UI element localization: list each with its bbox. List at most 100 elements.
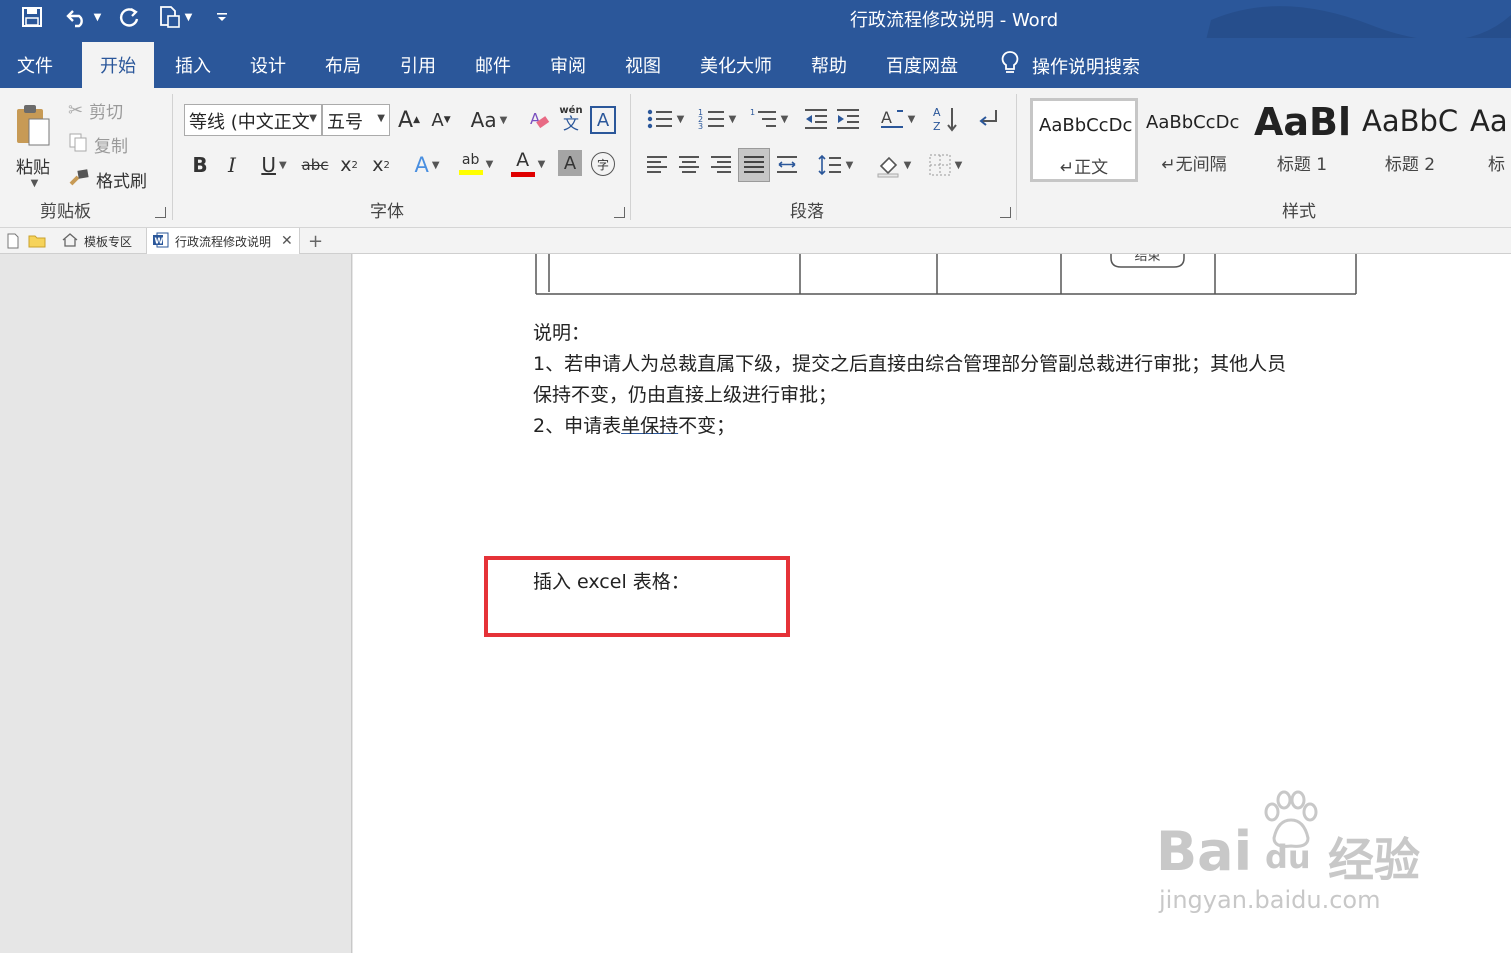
font-size-select[interactable]: 五号 ▼ <box>322 104 390 136</box>
change-case-button[interactable]: Aa ▼ <box>468 106 510 134</box>
clear-formatting-icon[interactable]: A <box>526 106 552 134</box>
home-icon <box>62 232 78 250</box>
sort-icon[interactable]: AZ <box>932 104 960 134</box>
font-group-label: 字体 <box>370 202 404 222</box>
phonetic-guide-button[interactable]: wén 文 <box>558 102 584 136</box>
increase-indent-icon[interactable] <box>834 104 862 134</box>
document-tabs: 模板专区 W 行政流程修改说明 ✕ + <box>0 228 1511 254</box>
italic-button[interactable]: I <box>220 150 244 180</box>
font-launcher-icon[interactable] <box>614 207 625 218</box>
font-color-button[interactable]: A ▼ <box>504 148 552 180</box>
tab-references[interactable]: 引用 <box>400 52 436 78</box>
tab-home[interactable]: 开始 <box>82 42 154 88</box>
tell-me-search[interactable]: 操作说明搜索 <box>1000 50 1140 81</box>
numbering-button[interactable]: 1 2 3 ▼ <box>694 104 740 134</box>
tab-mailings[interactable]: 邮件 <box>475 52 511 78</box>
highlight-button[interactable]: ab ▼ <box>452 148 500 180</box>
borders-button[interactable]: ▼ <box>922 150 968 180</box>
tab-review[interactable]: 审阅 <box>550 52 586 78</box>
svg-text:3: 3 <box>698 122 703 131</box>
scissors-icon: ✂ <box>68 99 84 121</box>
tab-design[interactable]: 设计 <box>250 52 286 78</box>
grow-font-button[interactable]: A ▲ <box>396 106 422 134</box>
add-tab-button[interactable]: + <box>302 228 329 254</box>
save-icon[interactable] <box>18 3 46 31</box>
distributed-icon[interactable] <box>772 150 802 180</box>
ribbon-tabs: 文件 开始 插入 设计 布局 引用 邮件 审阅 视图 美化大师 帮助 百度网盘 … <box>0 38 1511 88</box>
enclose-characters-button[interactable]: 字 <box>590 150 616 178</box>
bold-button[interactable]: B <box>188 150 212 180</box>
paragraph-group: ▼ 1 2 3 ▼ 1 ▼ A ▼ AZ ▼ ▼ ▼ 段落 <box>630 88 1016 226</box>
new-document-icon[interactable]: ▼ <box>152 3 198 31</box>
superscript-button[interactable]: x2 <box>368 150 394 180</box>
close-tab-icon[interactable]: ✕ <box>281 233 293 249</box>
tab-layout[interactable]: 布局 <box>325 52 361 78</box>
font-group: 等线 (中文正文 ▼ 五号 ▼ A ▲ A ▼ Aa ▼ A wén 文 A B I U ▼… <box>172 88 630 226</box>
clipboard-launcher-icon[interactable] <box>155 207 166 218</box>
undo-icon[interactable]: ▼ <box>60 3 106 31</box>
copy-button[interactable]: 复制 <box>68 130 128 158</box>
word-doc-icon: W <box>153 232 169 251</box>
shading-button[interactable]: ▼ <box>870 150 916 180</box>
svg-text:A: A <box>881 108 892 127</box>
tab-beautify[interactable]: 美化大师 <box>700 52 772 78</box>
line-spacing-button[interactable]: ▼ <box>812 150 858 180</box>
svg-text:A: A <box>933 106 941 119</box>
paragraph-line-2: 保持不变，仍由直接上级进行审批； <box>533 384 838 406</box>
paragraph-launcher-icon[interactable] <box>1000 207 1011 218</box>
customize-icon[interactable] <box>212 3 232 31</box>
window-title: 行政流程修改说明 - Word <box>850 10 1059 31</box>
styles-group: AaBbCcDc ↵正文 AaBbCcDc ↵无间隔 AaBl 标题 1 AaB… <box>1016 88 1511 226</box>
flowchart-end-node: 结束 <box>1134 254 1161 264</box>
bullets-button[interactable]: ▼ <box>642 104 688 134</box>
redo-icon[interactable] <box>116 3 142 31</box>
shrink-font-button[interactable]: A ▼ <box>428 106 454 134</box>
cut-button[interactable]: ✂ 剪切 <box>68 96 123 124</box>
justify-icon[interactable] <box>738 148 770 182</box>
open-folder-icon[interactable] <box>22 228 52 254</box>
character-border-button[interactable]: A <box>590 106 616 134</box>
document-page[interactable]: 结束 说明： 1、若申请人为总裁直属下级，提交之后直接由综合管理部分管副总裁进行… <box>353 254 1511 953</box>
multilevel-list-button[interactable]: 1 ▼ <box>746 104 792 134</box>
align-left-icon[interactable] <box>642 150 672 180</box>
tab-file[interactable]: 文件 <box>17 52 53 78</box>
tab-template-zone[interactable]: 模板专区 <box>56 228 138 254</box>
styles-group-label: 样式 <box>1282 202 1316 222</box>
tab-help[interactable]: 帮助 <box>811 52 847 78</box>
text-effects-button[interactable]: A ▼ <box>408 150 446 180</box>
subscript-button[interactable]: x2 <box>336 150 362 180</box>
paste-button[interactable]: 粘贴 ▼ <box>8 96 58 196</box>
tab-current-document[interactable]: W 行政流程修改说明 ✕ <box>146 228 300 254</box>
ribbon: 粘贴 ▼ ✂ 剪切 复制 格式刷 剪贴板 等线 (中文正文 ▼ 五号 ▼ A ▲… <box>0 88 1511 228</box>
paragraph-line-3: 2、申请表单保持不变； <box>533 415 736 437</box>
tab-baidu-netdisk[interactable]: 百度网盘 <box>886 52 958 78</box>
tab-insert[interactable]: 插入 <box>175 52 211 78</box>
clipboard-group-label: 剪贴板 <box>40 202 91 222</box>
chinese-layout-button[interactable]: A ▼ <box>874 104 920 134</box>
clipboard-group: 粘贴 ▼ ✂ 剪切 复制 格式刷 剪贴板 <box>0 88 172 226</box>
tell-me-label: 操作说明搜索 <box>1032 56 1140 78</box>
style-title[interactable]: Aa 标 <box>1464 98 1511 182</box>
align-center-icon[interactable] <box>674 150 704 180</box>
strikethrough-button[interactable]: abc <box>300 150 330 180</box>
character-shading-button[interactable]: A <box>558 150 582 176</box>
paragraph-line-1: 1、若申请人为总裁直属下级，提交之后直接由综合管理部分管副总裁进行审批；其他人员 <box>533 353 1287 375</box>
underline-button[interactable]: U ▼ <box>252 150 296 180</box>
paragraph-heading: 说明： <box>533 322 591 344</box>
svg-text:1: 1 <box>750 108 755 117</box>
style-heading-2[interactable]: AaBbC 标题 2 <box>1356 98 1464 182</box>
decrease-indent-icon[interactable] <box>802 104 830 134</box>
font-name-select[interactable]: 等线 (中文正文 ▼ <box>184 104 322 136</box>
copy-icon <box>68 132 88 156</box>
paste-icon <box>13 103 53 153</box>
style-heading-1[interactable]: AaBl 标题 1 <box>1248 98 1356 182</box>
align-right-icon[interactable] <box>706 150 736 180</box>
style-no-spacing[interactable]: AaBbCcDc ↵无间隔 <box>1140 98 1248 182</box>
format-painter-button[interactable]: 格式刷 <box>68 165 147 193</box>
paintbrush-icon <box>68 167 90 191</box>
style-normal[interactable]: AaBbCcDc ↵正文 <box>1030 98 1138 182</box>
paragraph-group-label: 段落 <box>790 202 824 222</box>
show-marks-icon[interactable] <box>974 104 1002 134</box>
tab-view[interactable]: 视图 <box>625 52 661 78</box>
left-gray-margin <box>0 254 352 953</box>
